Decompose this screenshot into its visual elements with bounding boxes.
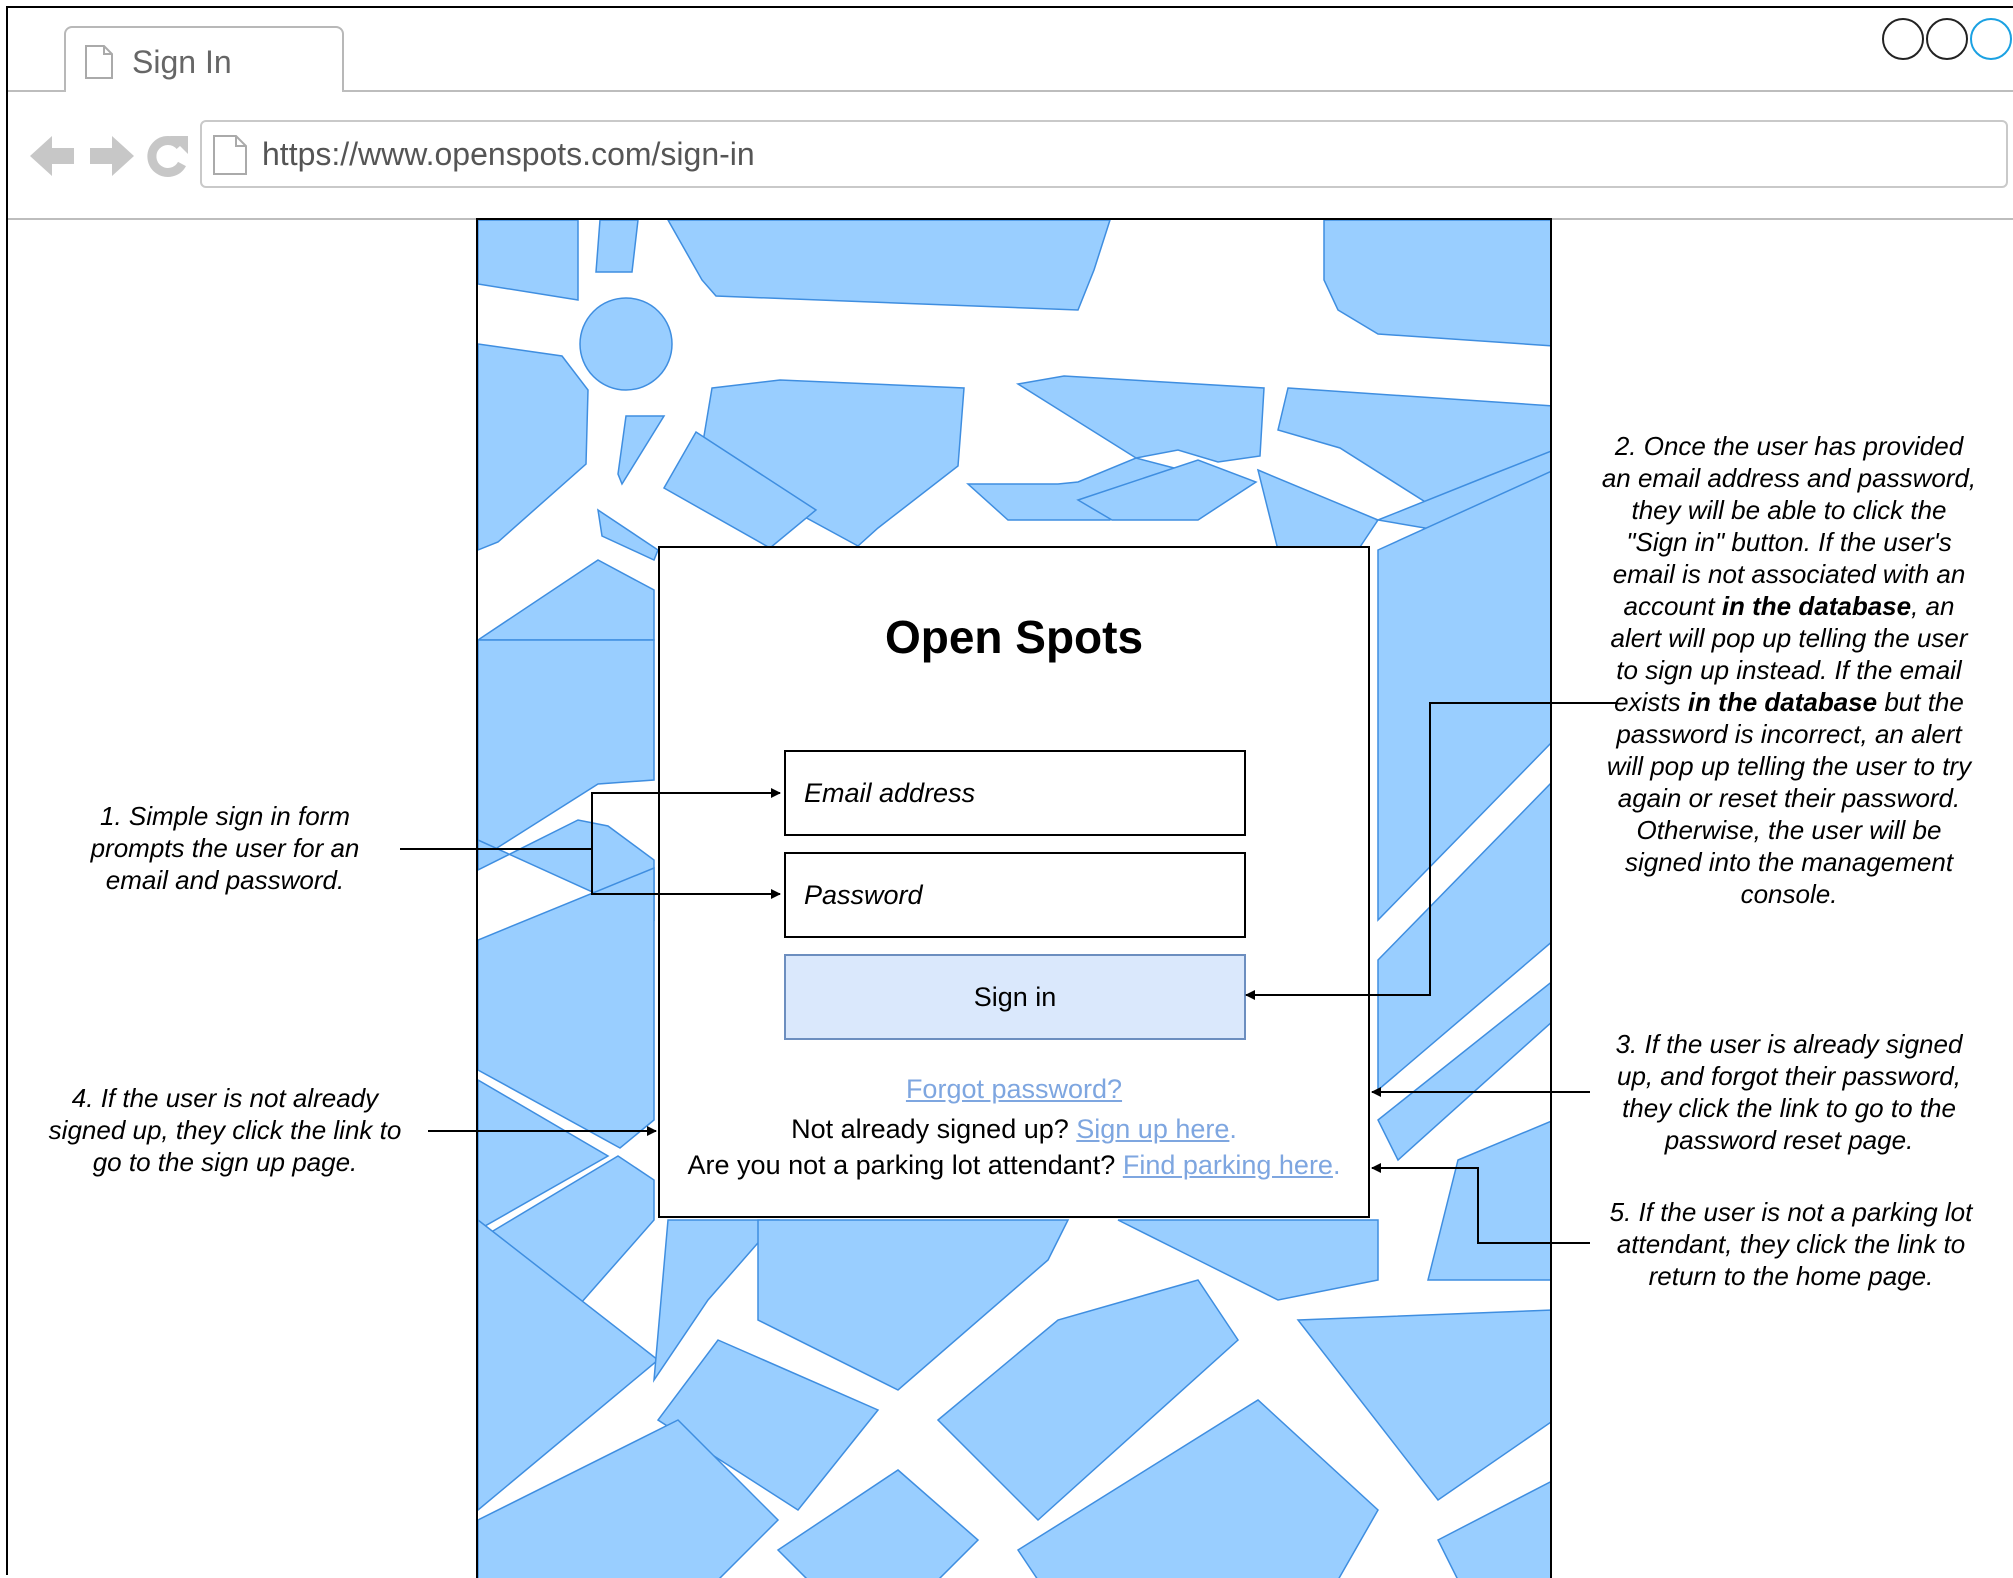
map-block [1427,1120,1550,1281]
annotation-2: 2. Once the user has provided an email a… [1600,430,1978,910]
map-block [1436,1481,1550,1578]
back-arrow-icon[interactable] [30,134,76,178]
annotation-2-bold-a: in the database [1721,591,1912,621]
map-block [478,220,579,301]
sign-up-link[interactable]: Sign up here [1076,1114,1229,1144]
sign-up-prompt: Not already signed up? [791,1114,1077,1144]
page-icon [213,135,247,175]
find-parking-prompt: Are you not a parking lot attendant? [687,1150,1123,1180]
map-block [667,220,1111,311]
map-roundabout [579,297,673,391]
tab-title: Sign In [132,44,232,80]
annotation-5: 5. If the user is not a parking lot atte… [1609,1197,1973,1291]
find-parking-link[interactable]: Find parking here [1123,1150,1333,1180]
map-block [1015,375,1265,463]
tab-bar: Sign In [8,8,2013,92]
map-block [595,220,639,273]
maximize-button[interactable] [1926,18,1968,60]
map-block [1117,1219,1379,1301]
map-block [1323,220,1550,347]
password-field[interactable]: Password [784,852,1246,938]
minimize-button[interactable] [1882,18,1924,60]
sign-in-button[interactable]: Sign in [784,954,1246,1040]
annotation-1: 1. Simple sign in form prompts the user … [90,801,360,895]
close-button[interactable] [1970,18,2012,60]
sign-in-button-label: Sign in [973,982,1057,1012]
forward-arrow-icon[interactable] [88,134,134,178]
annotation-3: 3. If the user is already signed up, and… [1615,1029,1963,1155]
sign-up-suffix: . [1229,1114,1237,1144]
find-parking-suffix: . [1332,1150,1341,1180]
reload-icon[interactable] [144,132,190,180]
address-bar: https://www.openspots.com/sign-in [8,92,2013,222]
signin-card: Open Spots Email address Password Sign i… [658,546,1370,1218]
forgot-password-link[interactable]: Forgot password? [906,1074,1122,1104]
map-block [478,559,655,641]
annotation-4: 4. If the user is not already signed up,… [48,1083,402,1177]
password-placeholder: Password [804,880,923,910]
sign-up-line: Not already signed up? Sign up here. [660,1114,1368,1145]
url-text: https://www.openspots.com/sign-in [262,136,755,172]
page-icon [85,45,113,79]
map-block [617,415,666,486]
url-input[interactable]: https://www.openspots.com/sign-in [200,120,2008,188]
annotation-2-bold-b: in the database [1687,687,1878,717]
forgot-password-line: Forgot password? [660,1074,1368,1105]
tab-sign-in[interactable]: Sign In [64,26,344,92]
map-block [1256,468,1380,551]
app-title: Open Spots [884,611,1144,663]
annotation-2-text-c: but the password is incorrect, an alert … [1606,687,1972,909]
email-field[interactable]: Email address [784,750,1246,836]
map-block [478,343,589,551]
email-placeholder: Email address [804,778,976,808]
window-controls [1878,18,2013,62]
map-block [596,508,659,562]
find-parking-line: Are you not a parking lot attendant? Fin… [660,1150,1368,1181]
